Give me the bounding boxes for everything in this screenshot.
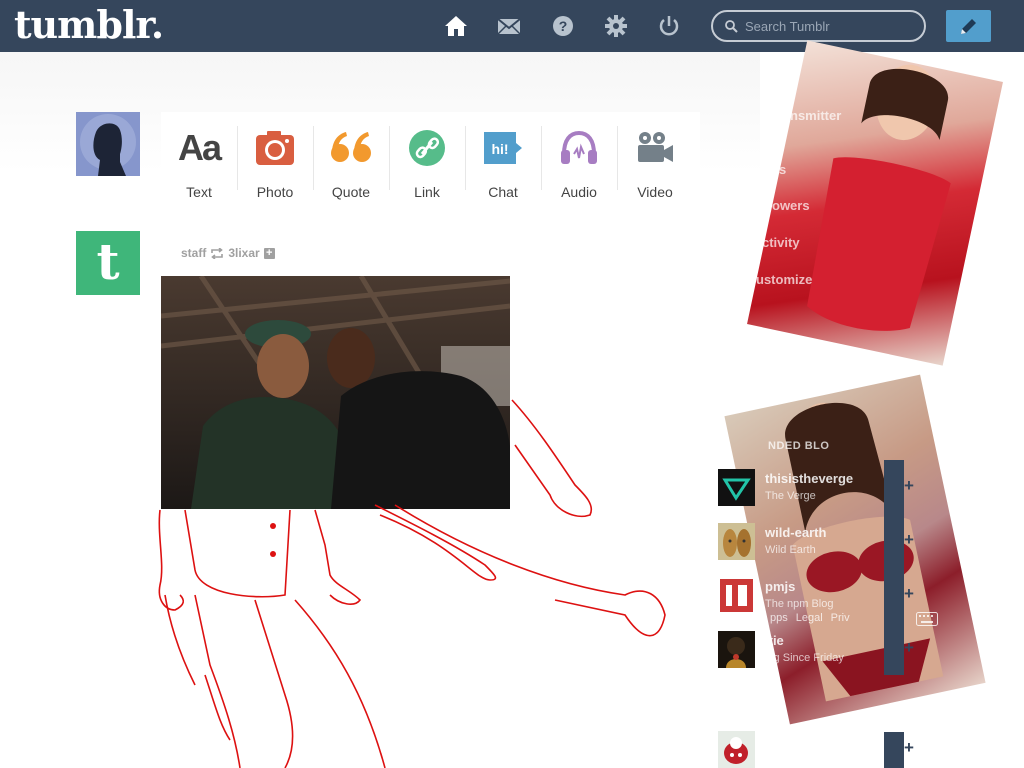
headphones-icon <box>541 128 617 168</box>
link-icon <box>389 128 465 168</box>
power-icon[interactable] <box>656 13 682 39</box>
post-type-video[interactable]: Video <box>617 112 693 203</box>
post-type-quote[interactable]: Quote <box>313 112 389 203</box>
follow-plus-icon[interactable]: + <box>904 739 918 757</box>
follow-plus-icon[interactable]: + <box>904 531 918 549</box>
post-type-label: Audio <box>561 184 597 200</box>
dashboard-link-followers[interactable]: owers <box>772 198 810 213</box>
mail-icon[interactable] <box>496 13 522 39</box>
blog-avatar[interactable] <box>718 577 755 614</box>
blog-title: ing Since Friday <box>765 652 844 664</box>
post-type-photo[interactable]: Photo <box>237 112 313 203</box>
blog-name[interactable]: wild-earth <box>765 525 826 540</box>
text-icon: Aa <box>177 127 222 168</box>
post-type-label: Text <box>186 184 212 200</box>
recommended-blogs-title: NDED BLO <box>768 440 830 452</box>
user-avatar[interactable] <box>76 112 140 176</box>
compose-button[interactable] <box>946 10 991 42</box>
svg-text:hi!: hi! <box>491 141 508 157</box>
post-type-label: Quote <box>331 184 371 200</box>
sidebar-footer-links: pps Legal Priv <box>770 612 850 624</box>
tumblr-logo[interactable]: tumblr. <box>14 2 164 47</box>
blog-avatar[interactable] <box>718 469 755 506</box>
footer-link-apps[interactable]: pps <box>770 612 788 624</box>
dashboard-link-transmitter[interactable]: nsmitter <box>790 108 841 123</box>
post-header: staff 3lixar + <box>181 246 275 260</box>
blog-title: The npm Blog <box>765 598 834 610</box>
keyboard-icon[interactable] <box>916 612 938 626</box>
post-type-label: Chat <box>488 184 518 200</box>
reblog-icon <box>211 247 224 259</box>
post-type-label: Video <box>637 184 673 200</box>
pencil-icon <box>961 19 976 34</box>
follow-plus-icon[interactable]: + <box>904 639 918 657</box>
blog-avatar[interactable] <box>718 731 755 768</box>
search-icon <box>725 20 738 33</box>
recommended-blog[interactable]: pmjs The npm Blog + <box>718 577 918 615</box>
camera-icon <box>237 128 313 168</box>
svg-text:?: ? <box>559 18 568 34</box>
post-type-label: Link <box>414 184 440 200</box>
home-icon[interactable] <box>443 13 469 39</box>
dashboard-link-posts[interactable]: s <box>779 162 786 177</box>
blog-name[interactable]: thisistheverge <box>765 471 853 486</box>
follow-plus-icon[interactable]: + <box>904 585 918 603</box>
post-type-chat[interactable]: hi! Chat <box>465 112 541 203</box>
quote-icon <box>313 128 389 168</box>
dashboard-link-activity[interactable]: ctivity <box>762 235 800 250</box>
blog-avatar[interactable] <box>718 523 755 560</box>
video-camera-icon <box>617 128 693 168</box>
recommended-blog[interactable]: wild-earth Wild Earth + <box>718 523 918 561</box>
search-input[interactable] <box>745 17 915 35</box>
blog-title: The Verge <box>765 490 816 502</box>
follow-plus-icon[interactable]: + <box>904 477 918 495</box>
post-type-label: Photo <box>256 184 294 200</box>
footer-link-privacy[interactable]: Priv <box>831 612 850 624</box>
help-icon[interactable]: ? <box>550 13 576 39</box>
blog-title: Wild Earth <box>765 544 816 556</box>
post-type-audio[interactable]: Audio <box>541 112 617 203</box>
top-navigation-bar: tumblr. ? <box>0 0 1024 52</box>
gear-icon[interactable] <box>603 13 629 39</box>
recommended-blog[interactable]: + <box>718 731 918 768</box>
staff-avatar[interactable]: t <box>76 231 140 295</box>
search-box[interactable] <box>711 10 926 42</box>
footer-link-legal[interactable]: Legal <box>796 612 823 624</box>
blog-name[interactable]: pmjs <box>765 579 795 594</box>
post-type-link[interactable]: Link <box>389 112 465 203</box>
red-figure-sketch <box>158 399 666 768</box>
blog-avatar[interactable] <box>718 631 755 668</box>
recommended-blog[interactable]: itie ing Since Friday + <box>718 631 918 669</box>
chat-icon: hi! <box>465 128 541 168</box>
reblogged-from[interactable]: 3lixar <box>228 246 259 260</box>
dashboard-link-customize[interactable]: ustomize <box>756 272 812 287</box>
post-author[interactable]: staff <box>181 246 206 260</box>
follow-plus-icon[interactable]: + <box>263 247 275 259</box>
blog-name[interactable]: itie <box>765 633 784 648</box>
post-type-bar: Aa Text Photo Quote Link hi! Chat Audio <box>161 112 700 203</box>
post-type-text[interactable]: Aa Text <box>161 112 237 203</box>
recommended-blog[interactable]: thisistheverge The Verge + <box>718 469 918 507</box>
